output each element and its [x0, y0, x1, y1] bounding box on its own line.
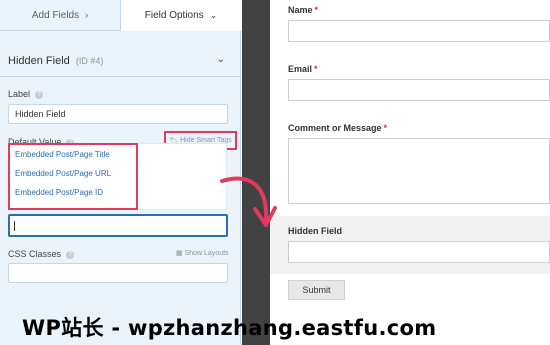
smart-tag-item[interactable]: Embedded Post/Page ID [10, 184, 136, 202]
field-header[interactable]: Hidden Field (ID #4) ⌄ [0, 43, 241, 77]
required-marker: * [314, 64, 318, 74]
label-input[interactable]: Hidden Field [8, 104, 228, 124]
preview-name-input[interactable] [288, 20, 550, 42]
preview-email-label: Email * [288, 64, 318, 74]
preview-email-input[interactable] [288, 79, 550, 101]
help-icon[interactable]: ? [66, 250, 75, 259]
preview-hidden-text: Hidden Field [288, 226, 342, 236]
smart-tags-list: Embedded Post/Page Title Embedded Post/P… [8, 143, 138, 210]
field-options-panel: Add Fields › Field Options ⌄ Hidden Fiel… [0, 0, 241, 345]
label-field-label: Label? [8, 89, 44, 99]
form-preview: Name * Email * Comment or Message * Hidden … [270, 0, 550, 345]
css-classes-text: CSS Classes [8, 249, 62, 259]
css-classes-label: CSS Classes? [8, 249, 75, 259]
watermark-text: WP站长 - wpzhanzhang.eastfu.com [22, 316, 437, 340]
preview-hidden-label: Hidden Field [288, 226, 342, 236]
required-marker: * [314, 5, 319, 15]
css-classes-input[interactable] [8, 263, 228, 283]
submit-label: Submit [302, 285, 331, 295]
preview-comment-textarea[interactable] [288, 138, 550, 204]
smart-tag-item[interactable]: Embedded Post/Page URL [10, 165, 136, 183]
grid-icon: ▦ [176, 250, 183, 257]
smart-tag-item[interactable]: Embedded Post/Page Title [10, 146, 136, 164]
required-marker: * [383, 123, 388, 133]
tab-field-options[interactable]: Field Options ⌄ [120, 0, 241, 31]
preview-hidden-input[interactable] [288, 241, 550, 263]
chevron-right-icon: › [85, 10, 89, 20]
panel-divider [242, 0, 270, 345]
chevron-down-icon: ⌄ [209, 9, 218, 20]
text-cursor [14, 221, 15, 231]
tab-field-options-label: Field Options [144, 9, 204, 21]
label-text: Label [8, 89, 31, 99]
field-title-text: Hidden Field [8, 55, 70, 67]
smart-tags-dropdown-bg [138, 143, 227, 210]
label-input-value: Hidden Field [15, 109, 66, 119]
preview-name-label: Name * [288, 5, 318, 15]
field-id: (ID #4) [75, 56, 104, 66]
preview-email-text: Email [288, 64, 313, 74]
show-layouts-link[interactable]: ▦ Show Layouts [176, 249, 229, 257]
collapse-toggle-icon[interactable]: ⌄ [217, 54, 225, 65]
field-title: Hidden Field (ID #4) [8, 55, 103, 67]
default-value-input[interactable] [8, 214, 228, 237]
panel-tabs: Add Fields › Field Options ⌄ [0, 0, 241, 31]
preview-comment-label: Comment or Message * [288, 123, 387, 133]
help-icon[interactable]: ? [35, 90, 44, 99]
submit-button[interactable]: Submit [288, 280, 345, 300]
tab-add-fields-label: Add Fields [31, 9, 80, 21]
preview-comment-text: Comment or Message [288, 123, 382, 133]
tab-add-fields[interactable]: Add Fields › [0, 0, 120, 31]
preview-name-text: Name [288, 5, 313, 15]
show-layouts-label: Show Layouts [184, 250, 229, 257]
